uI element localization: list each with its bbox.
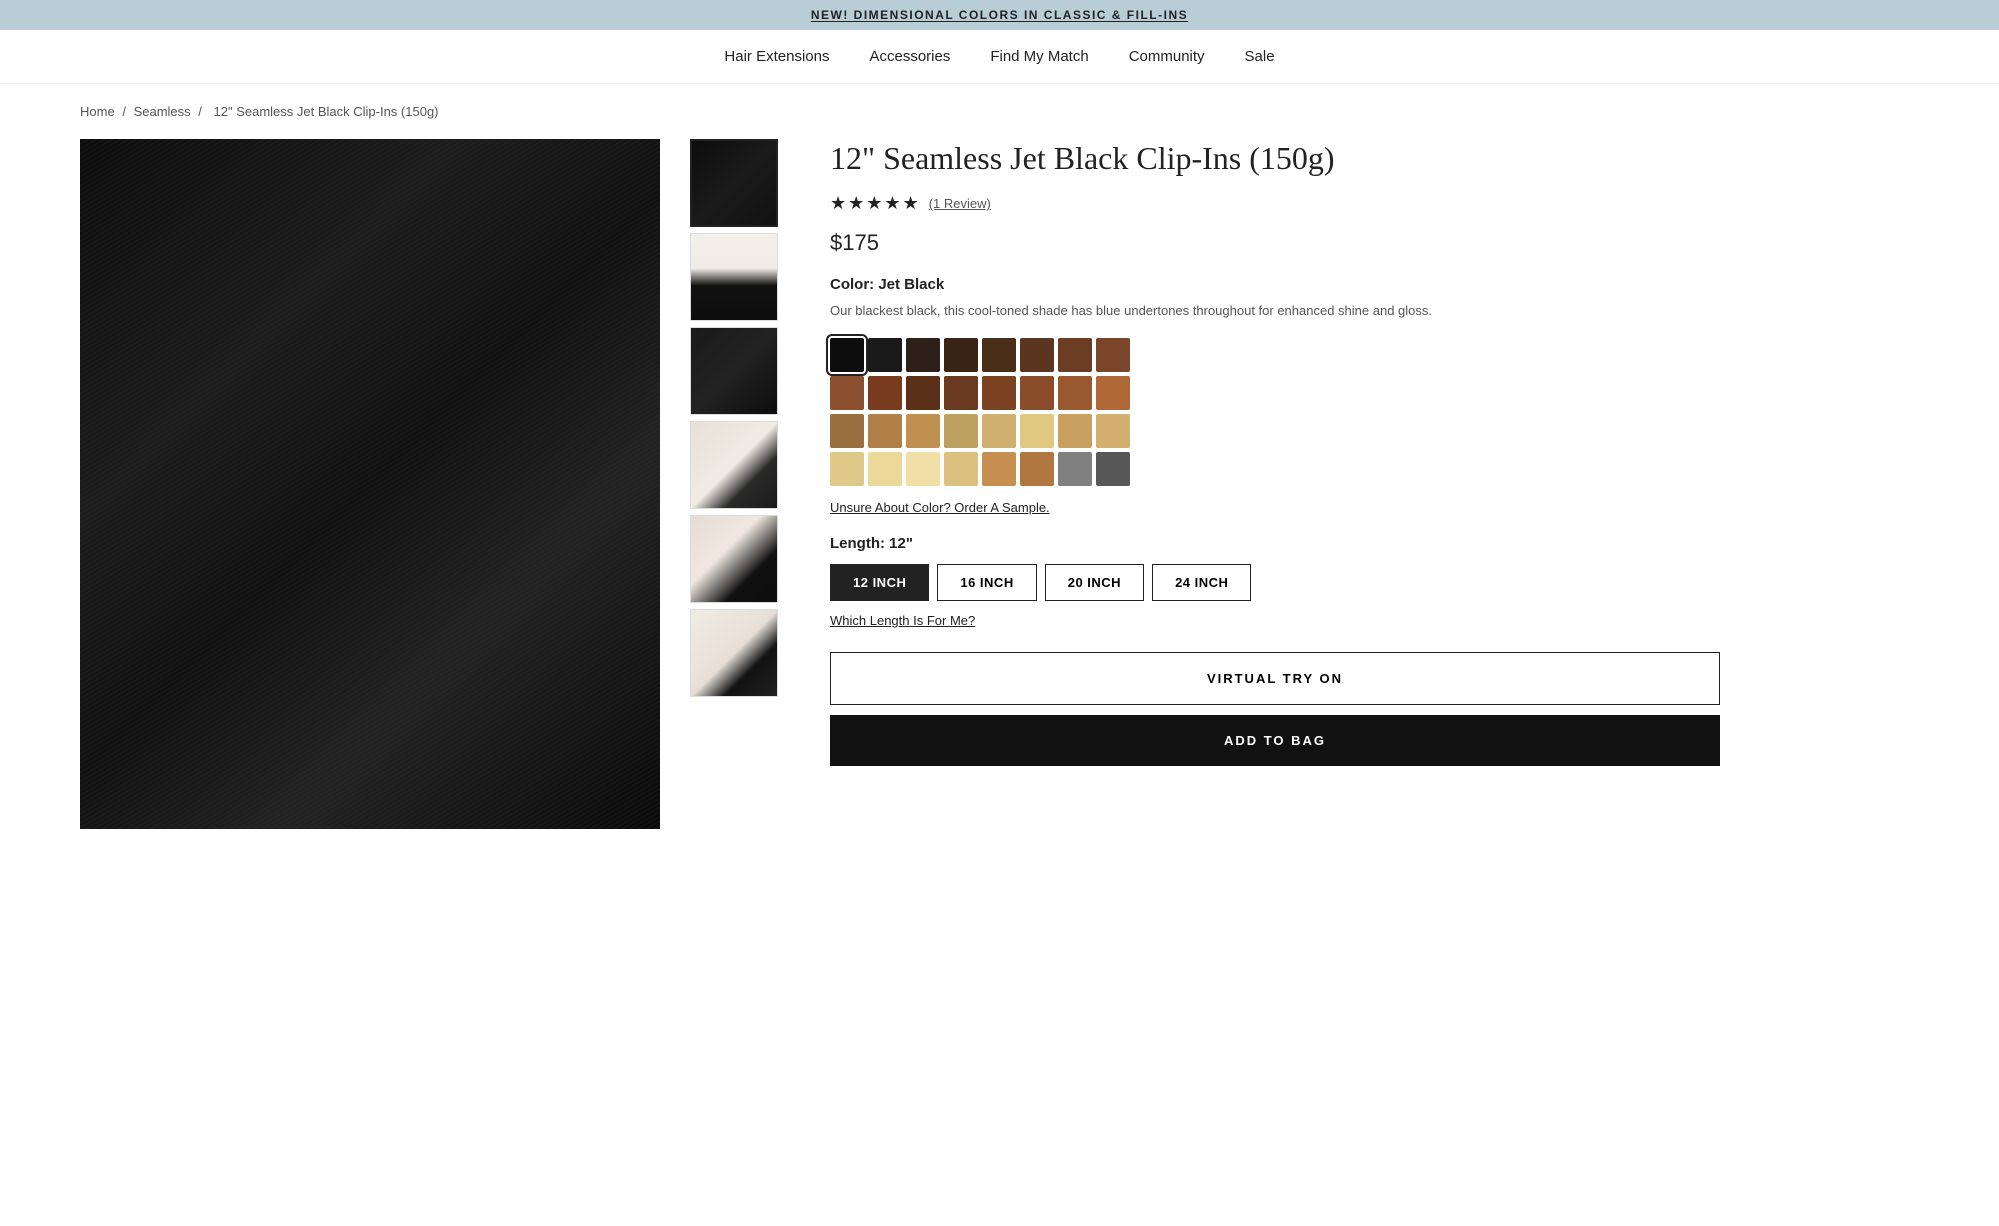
main-image-background xyxy=(80,139,660,829)
which-length-link[interactable]: Which Length Is For Me? xyxy=(830,613,1720,628)
color-swatch-30[interactable] xyxy=(1020,452,1054,486)
product-price: $175 xyxy=(830,230,1720,256)
length-options: 12 INCH 16 INCH 20 INCH 24 INCH xyxy=(830,564,1720,601)
length-12-inch[interactable]: 12 INCH xyxy=(830,564,929,601)
breadcrumb-seamless[interactable]: Seamless xyxy=(134,104,191,119)
main-nav: Hair Extensions Accessories Find My Matc… xyxy=(0,30,1999,84)
color-swatch-8[interactable] xyxy=(1096,338,1130,372)
color-swatch-24[interactable] xyxy=(1096,414,1130,448)
color-swatch-1[interactable] xyxy=(830,338,864,372)
color-swatch-26[interactable] xyxy=(868,452,902,486)
breadcrumb-sep1: / xyxy=(122,104,126,119)
thumbnail-list xyxy=(690,139,780,829)
color-swatch-12[interactable] xyxy=(944,376,978,410)
color-swatch-29[interactable] xyxy=(982,452,1016,486)
color-swatch-2[interactable] xyxy=(868,338,902,372)
color-swatch-20[interactable] xyxy=(944,414,978,448)
color-swatch-21[interactable] xyxy=(982,414,1016,448)
color-swatch-7[interactable] xyxy=(1058,338,1092,372)
color-label: Color: Jet Black xyxy=(830,276,1720,293)
color-swatch-5[interactable] xyxy=(982,338,1016,372)
length-20-inch[interactable]: 20 INCH xyxy=(1045,564,1144,601)
color-swatch-17[interactable] xyxy=(830,414,864,448)
color-swatch-32[interactable] xyxy=(1096,452,1130,486)
product-title: 12" Seamless Jet Black Clip-Ins (150g) xyxy=(830,139,1720,177)
color-swatches xyxy=(830,338,1150,486)
color-swatch-22[interactable] xyxy=(1020,414,1054,448)
product-layout: 12" Seamless Jet Black Clip-Ins (150g) ★… xyxy=(0,139,1800,889)
breadcrumb-sep2: / xyxy=(198,104,202,119)
virtual-try-on-button[interactable]: VIRTUAL TRY ON xyxy=(830,652,1720,705)
color-swatch-27[interactable] xyxy=(906,452,940,486)
color-swatch-4[interactable] xyxy=(944,338,978,372)
color-swatch-23[interactable] xyxy=(1058,414,1092,448)
thumbnail-2[interactable] xyxy=(690,233,778,321)
nav-sale[interactable]: Sale xyxy=(1245,48,1275,65)
color-swatch-11[interactable] xyxy=(906,376,940,410)
nav-accessories[interactable]: Accessories xyxy=(869,48,950,65)
nav-hair-extensions[interactable]: Hair Extensions xyxy=(724,48,829,65)
color-swatch-18[interactable] xyxy=(868,414,902,448)
breadcrumb-home[interactable]: Home xyxy=(80,104,115,119)
color-description: Our blackest black, this cool-toned shad… xyxy=(830,301,1720,322)
star-rating: ★★★★★ xyxy=(830,193,921,214)
promo-banner-link[interactable]: NEW! DIMENSIONAL COLORS IN CLASSIC & FIL… xyxy=(811,8,1188,22)
thumbnail-3[interactable] xyxy=(690,327,778,415)
main-product-image xyxy=(80,139,660,829)
color-swatch-25[interactable] xyxy=(830,452,864,486)
nav-community[interactable]: Community xyxy=(1129,48,1205,65)
review-link[interactable]: (1 Review) xyxy=(929,196,991,211)
color-swatch-19[interactable] xyxy=(906,414,940,448)
promo-banner: NEW! DIMENSIONAL COLORS IN CLASSIC & FIL… xyxy=(0,0,1999,30)
color-swatch-6[interactable] xyxy=(1020,338,1054,372)
thumbnail-1[interactable] xyxy=(690,139,778,227)
add-to-bag-button[interactable]: ADD TO BAG xyxy=(830,715,1720,766)
breadcrumb: Home / Seamless / 12" Seamless Jet Black… xyxy=(0,84,1999,139)
color-swatch-31[interactable] xyxy=(1058,452,1092,486)
order-sample-link[interactable]: Unsure About Color? Order A Sample. xyxy=(830,500,1720,515)
color-swatch-9[interactable] xyxy=(830,376,864,410)
thumbnail-5[interactable] xyxy=(690,515,778,603)
thumbnail-4[interactable] xyxy=(690,421,778,509)
length-16-inch[interactable]: 16 INCH xyxy=(937,564,1036,601)
length-label: Length: 12" xyxy=(830,535,1720,552)
length-24-inch[interactable]: 24 INCH xyxy=(1152,564,1251,601)
color-swatch-28[interactable] xyxy=(944,452,978,486)
product-details: 12" Seamless Jet Black Clip-Ins (150g) ★… xyxy=(810,139,1720,829)
rating-row: ★★★★★ (1 Review) xyxy=(830,193,1720,214)
nav-find-my-match[interactable]: Find My Match xyxy=(990,48,1088,65)
color-swatch-14[interactable] xyxy=(1020,376,1054,410)
color-swatch-10[interactable] xyxy=(868,376,902,410)
color-swatch-3[interactable] xyxy=(906,338,940,372)
thumbnail-6[interactable] xyxy=(690,609,778,697)
breadcrumb-current: 12" Seamless Jet Black Clip-Ins (150g) xyxy=(214,104,439,119)
color-swatch-15[interactable] xyxy=(1058,376,1092,410)
color-swatch-16[interactable] xyxy=(1096,376,1130,410)
color-swatch-13[interactable] xyxy=(982,376,1016,410)
